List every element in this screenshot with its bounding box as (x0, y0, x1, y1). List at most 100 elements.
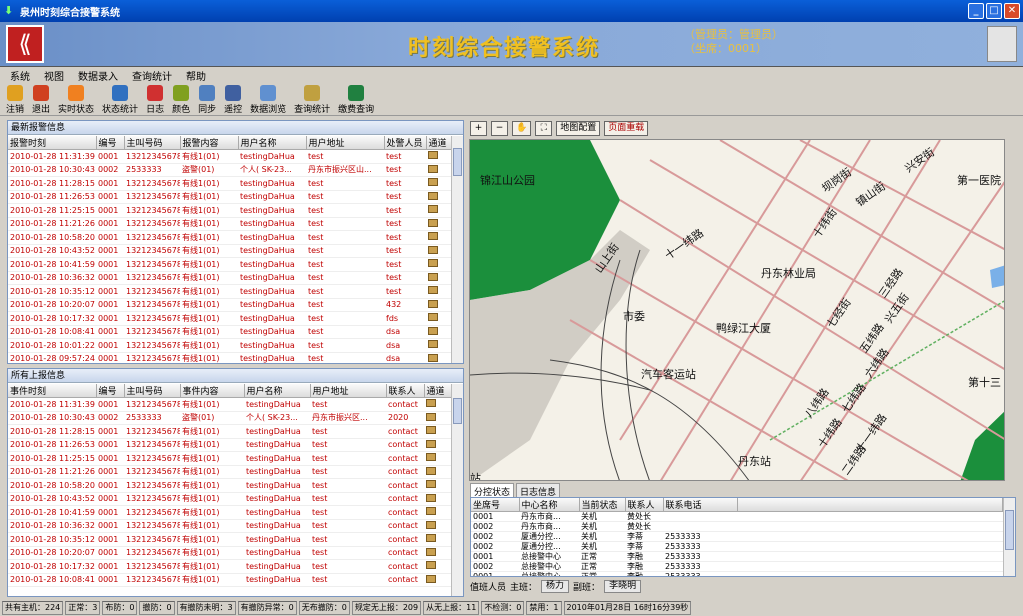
envelope-icon[interactable] (426, 439, 436, 448)
table-row[interactable]: 2010-01-28 11:25:15 0001 13212345678 有线1(01… (8, 203, 451, 218)
toolbar-button-3[interactable]: 状态统计 (102, 84, 138, 115)
envelope-icon[interactable] (428, 218, 438, 227)
table-row[interactable]: 2010-01-28 10:58:20 0001 13212345678 有线1(01… (8, 230, 451, 245)
table-row[interactable]: 2010-01-28 10:08:41 0001 13212345678 有线1(01… (8, 573, 451, 587)
table-row[interactable]: 2010-01-28 10:30:43 0002 2533333 盗警(01) 个人( … (8, 163, 451, 177)
column-header[interactable]: 处警人员 (384, 136, 427, 150)
envelope-icon[interactable] (426, 453, 436, 462)
envelope-icon[interactable] (426, 466, 436, 475)
table-row[interactable]: 2010-01-28 11:26:53 0001 13212345678 有线1(01… (8, 190, 451, 204)
toolbar-button-2[interactable]: 实时状态 (58, 84, 94, 115)
table-row[interactable]: 2010-01-28 10:20:07 0001 13212345678 有线1(01… (8, 546, 451, 560)
envelope-icon[interactable] (428, 353, 438, 362)
table-row[interactable]: 2010-01-28 11:28:15 0001 13212345678 有线1(01… (8, 176, 451, 191)
minimize-button[interactable]: _ (968, 3, 984, 19)
column-header[interactable]: 通道 (424, 384, 451, 398)
toolbar-button-5[interactable]: 颜色 (172, 84, 190, 115)
envelope-icon[interactable] (428, 232, 438, 241)
table-row[interactable]: 0002 总接警中心 正常 李融 2533333 (471, 561, 1003, 572)
envelope-icon[interactable] (426, 426, 436, 435)
envelope-icon[interactable] (426, 480, 436, 489)
envelope-icon[interactable] (426, 399, 436, 408)
column-header[interactable]: 事件时刻 (8, 384, 97, 398)
envelope-icon[interactable] (426, 561, 436, 570)
table-row[interactable]: 2010-01-28 10:41:59 0001 13212345678 有线1(01… (8, 505, 451, 520)
column-header[interactable]: 用户名称 (244, 384, 311, 398)
table-row[interactable]: 0002 厦通分控... 关机 李蒂 2533333 (471, 541, 1003, 552)
column-header[interactable]: 事件内容 (180, 384, 245, 398)
envelope-icon[interactable] (426, 534, 436, 543)
alarm-scrollbar[interactable] (451, 136, 463, 363)
zoom-out-icon[interactable]: − (491, 120, 508, 136)
toolbar-button-8[interactable]: 数据浏览 (250, 84, 286, 115)
table-row[interactable]: 0001总接警中心正常李融2533333 (471, 571, 1003, 576)
column-header[interactable]: 用户地址 (306, 136, 385, 150)
close-button[interactable]: ✕ (1004, 3, 1020, 19)
map-label[interactable]: 站 (470, 470, 481, 480)
menu-item-0[interactable]: 系统 (10, 68, 30, 83)
table-row[interactable]: 2010-01-28 10:08:41 0001 13212345678 有线1(01… (8, 325, 451, 339)
column-header[interactable]: 中心名称 (519, 498, 580, 512)
menu-item-3[interactable]: 查询统计 (132, 68, 172, 83)
map-view[interactable]: 锦江山公园 第一医院 坝岗街 镇山街 兴安街 十纬街 十一纬路 丹东林业局 山上街 三经路 七经街市… (469, 139, 1005, 481)
table-row[interactable]: 2010-01-28 10:17:32 0001 13212345678 有线1(01… (8, 311, 451, 326)
pan-hand-icon[interactable]: ✋ (512, 120, 532, 136)
table-row[interactable]: 2010-01-28 10:01:22 0001 13212345678 有线1(01… (8, 338, 451, 353)
column-header[interactable]: 用户地址 (310, 384, 387, 398)
table-row[interactable]: 2010-01-28 10:36:32 0001 13212345678 有线1(01… (8, 519, 451, 533)
table-row[interactable]: 2010-01-28 10:36:32 0001 13212345678 有线1(01… (8, 271, 451, 285)
page-reload-button[interactable]: 页面重载 (604, 120, 649, 136)
toolbar-button-10[interactable]: 缴费查询 (338, 84, 374, 115)
envelope-icon[interactable] (428, 245, 438, 254)
map-label[interactable]: 锦江山公园 (480, 172, 535, 188)
column-header[interactable]: 联系人 (625, 498, 664, 512)
map-label[interactable]: 鸭绿江大厦 (716, 320, 771, 336)
envelope-icon[interactable] (428, 151, 438, 160)
column-header[interactable]: 报警内容 (180, 136, 239, 150)
table-row[interactable]: 2010-01-28 11:28:15 0001 13212345678 有线1(01… (8, 424, 451, 439)
table-row[interactable]: 2010-01-28 10:41:59 0001 13212345678 有线1(01… (8, 257, 451, 272)
envelope-icon[interactable] (426, 493, 436, 502)
toolbar-button-0[interactable]: 注销 (6, 84, 24, 115)
envelope-icon[interactable] (428, 191, 438, 200)
column-header[interactable]: 报警时刻 (8, 136, 97, 150)
envelope-icon[interactable] (428, 299, 438, 308)
column-header[interactable]: 编号 (96, 384, 125, 398)
column-header[interactable]: 联系电话 (663, 498, 738, 512)
table-row[interactable]: 2010-01-28 11:21:26 0001 13212345678 有线1(01… (8, 217, 451, 231)
table-row[interactable]: 2010-01-28 11:21:26 0001 13212345678 有线1(01… (8, 465, 451, 479)
column-header[interactable]: 联系人 (386, 384, 425, 398)
table-row[interactable]: 2010-01-28 10:17:32 0001 13212345678 有线1(01… (8, 559, 451, 574)
map-label[interactable]: 丹东林业局 (761, 265, 816, 281)
envelope-icon[interactable] (428, 326, 438, 335)
map-label[interactable]: 丹东站 (738, 453, 771, 469)
envelope-icon[interactable] (428, 178, 438, 187)
envelope-icon[interactable] (426, 507, 436, 516)
map-label[interactable]: 市委 (623, 308, 645, 324)
table-row[interactable]: 2010-01-28 11:26:53 0001 13212345678 有线1(01… (8, 438, 451, 452)
table-row[interactable]: 2010-01-28 11:31:39 0001 13212345678 有线1(01… (8, 149, 451, 164)
toolbar-button-7[interactable]: 遥控 (224, 84, 242, 115)
column-header[interactable]: 通道 (426, 136, 451, 150)
envelope-icon[interactable] (428, 286, 438, 295)
table-row[interactable]: 2010-01-28 10:20:07 0001 13212345678 有线1(01… (8, 298, 451, 312)
map-label[interactable]: 第十三 (968, 374, 1001, 390)
toolbar-button-9[interactable]: 查询统计 (294, 84, 330, 115)
map-label[interactable]: 汽车客运站 (641, 366, 696, 382)
column-header[interactable]: 坐席号 (471, 498, 520, 512)
envelope-icon[interactable] (428, 313, 438, 322)
envelope-icon[interactable] (426, 412, 436, 421)
envelope-icon[interactable] (426, 574, 436, 583)
table-row[interactable]: 2010-01-28 10:43:52 0001 13212345678 有线1(01… (8, 492, 451, 506)
table-row[interactable]: 2010-01-28 10:30:43 0002 2533333 盗警(01) 个人( … (8, 411, 451, 425)
envelope-icon[interactable] (428, 205, 438, 214)
table-row[interactable]: 0002 丹东市商... 关机 黄处长 (471, 521, 1003, 532)
map-config-button[interactable]: 地图配置 (556, 120, 601, 136)
full-extent-icon[interactable]: ⛶ (535, 120, 553, 136)
table-row[interactable]: 2010-01-28 11:25:15 0001 13212345678 有线1(01… (8, 451, 451, 466)
seat-scrollbar[interactable] (1003, 498, 1015, 576)
table-row[interactable]: 0001 丹东市商... 关机 黄处长 (471, 511, 1003, 522)
table-row[interactable]: 2010-01-28 10:35:12 0001 13212345678 有线1(01… (8, 284, 451, 299)
menu-item-1[interactable]: 视图 (44, 68, 64, 83)
column-header[interactable]: 编号 (96, 136, 125, 150)
